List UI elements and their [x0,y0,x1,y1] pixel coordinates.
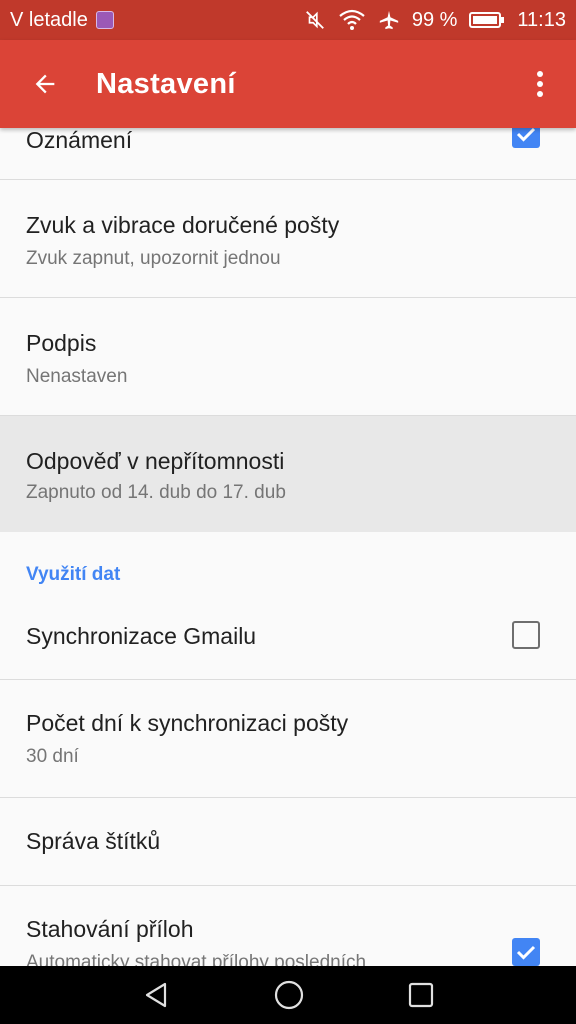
page-title: Nastavení [96,67,236,100]
back-triangle-icon[interactable] [141,980,171,1010]
home-circle-icon[interactable] [273,979,305,1011]
attachments-checkbox[interactable] [512,938,540,966]
setting-signature[interactable]: Podpis Nenastaven [0,298,576,416]
setting-notifications[interactable]: Oznámení [0,128,576,180]
setting-title: Podpis [26,330,97,356]
gallery-notification-icon [95,11,114,29]
status-bar: V letadle 99 % 11:13 [0,0,576,40]
battery-icon [469,12,505,28]
clock: 11:13 [517,8,566,31]
mute-icon [305,11,324,29]
setting-title: Stahování příloh [26,916,194,942]
setting-title: Zvuk a vibrace doručené pošty [26,212,340,238]
setting-sync-days[interactable]: Počet dní k synchronizaci pošty 30 dní [0,680,576,798]
setting-subtitle: Nenastaven [26,366,128,387]
back-button[interactable] [0,40,90,128]
setting-subtitle: Automaticky stahovat přílohy posledních [26,952,367,966]
airplane-icon [379,10,398,30]
navigation-bar [0,966,576,1024]
battery-percent: 99 % [411,8,458,31]
arrow-back-icon [35,74,55,94]
setting-attachments[interactable]: Stahování příloh Automaticky stahovat př… [0,886,576,966]
recents-square-icon[interactable] [407,981,435,1009]
setting-vacation-responder[interactable]: Odpověď v nepřítomnosti Zapnuto od 14. d… [0,416,576,532]
check-icon [516,128,536,142]
settings-list: Oznámení Zvuk a vibrace doručené pošty Z… [0,128,576,966]
setting-subtitle: Zapnuto od 14. dub do 17. dub [26,482,286,503]
more-vert-icon [537,71,543,97]
setting-title: Oznámení [26,128,133,153]
check-icon [516,945,536,960]
setting-manage-labels[interactable]: Správa štítků [0,798,576,886]
section-header-data-usage: Využití dat [26,564,121,585]
setting-sync-gmail[interactable]: Synchronizace Gmailu [0,598,576,680]
setting-subtitle: 30 dní [26,746,79,767]
setting-subtitle: Zvuk zapnut, upozornit jednou [26,248,281,269]
setting-title: Odpověď v nepřítomnosti [26,448,285,474]
sync-checkbox[interactable] [512,621,540,649]
app-bar: Nastavení [0,40,576,128]
notifications-checkbox[interactable] [512,128,540,148]
overflow-menu-button[interactable] [504,40,576,128]
carrier-label: V letadle [10,8,88,31]
wifi-icon [339,9,365,30]
setting-title: Počet dní k synchronizaci pošty [26,710,349,736]
setting-title: Správa štítků [26,828,161,854]
setting-sound[interactable]: Zvuk a vibrace doručené pošty Zvuk zapnu… [0,180,576,298]
setting-title: Synchronizace Gmailu [26,623,257,649]
